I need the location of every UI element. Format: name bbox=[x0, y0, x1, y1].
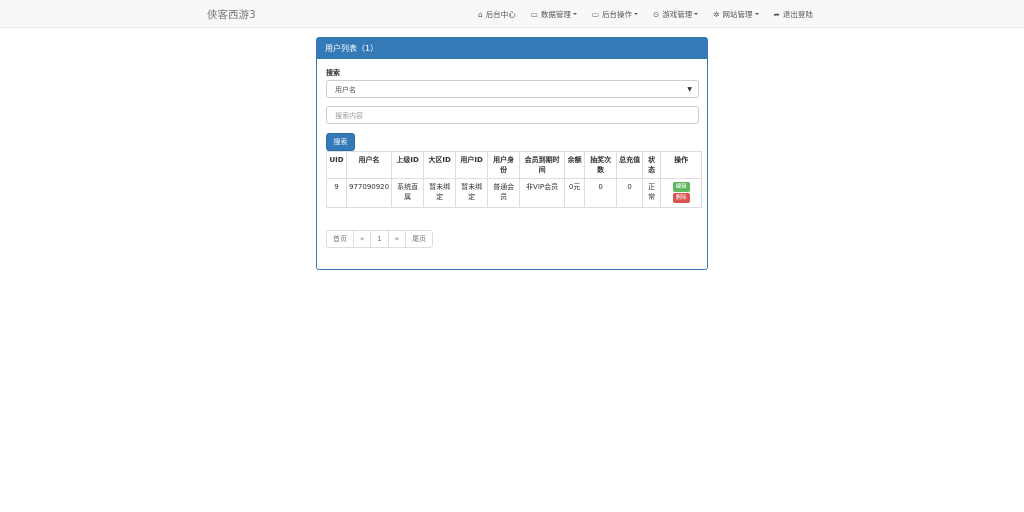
nav-item-label: 游戏管理 bbox=[662, 9, 693, 19]
nav-item-label: 后台中心 bbox=[485, 9, 516, 19]
col-actions: 操作 bbox=[660, 151, 703, 179]
cell-balance: 0元 bbox=[564, 178, 586, 208]
caret-down-icon bbox=[754, 13, 759, 15]
nav-item-site-management[interactable]: ✲ 网站管理 bbox=[713, 9, 759, 20]
select-value: 用户名 bbox=[335, 86, 356, 94]
user-list-panel: 用户列表（1） 搜索 用户名 ▼ 搜索内容 搜索 UID 用户名 上级ID 大区… bbox=[316, 37, 708, 270]
cell-expire: 非VIP会员 bbox=[519, 178, 566, 208]
cell-draws: 0 bbox=[584, 178, 618, 208]
search-label: 搜索 bbox=[326, 69, 340, 77]
search-button[interactable]: 搜索 bbox=[326, 133, 355, 151]
nav-item-label: 后台操作 bbox=[601, 9, 632, 19]
pagination: 首页 « 1 » 尾页 bbox=[326, 230, 434, 248]
page-prev[interactable]: « bbox=[353, 230, 372, 248]
search-field-select[interactable]: 用户名 ▼ bbox=[326, 80, 699, 98]
caret-down-icon bbox=[633, 13, 638, 15]
cell-identity: 普通会员 bbox=[487, 178, 521, 208]
user-table: UID 用户名 上级ID 大区ID 用户ID 用户身份 会员到期时间 余额 抽奖… bbox=[326, 151, 703, 208]
cell-zone: 暂未绑定 bbox=[423, 178, 457, 208]
home-icon: ⌂ bbox=[478, 9, 483, 19]
search-input[interactable]: 搜索内容 bbox=[326, 106, 699, 124]
col-zone-id: 大区ID bbox=[423, 151, 457, 179]
nav-item-backend-ops[interactable]: ▭ 后台操作 bbox=[592, 9, 638, 20]
brand-logo[interactable]: 侠客西游3 bbox=[207, 7, 256, 22]
gear-icon: ✲ bbox=[713, 9, 720, 19]
col-identity: 用户身份 bbox=[487, 151, 521, 179]
nav-item-label: 数据管理 bbox=[540, 9, 571, 19]
table-header-row: UID 用户名 上级ID 大区ID 用户ID 用户身份 会员到期时间 余额 抽奖… bbox=[326, 151, 703, 179]
cell-userid: 暂未绑定 bbox=[455, 178, 489, 208]
nav-item-dashboard[interactable]: ⌂ 后台中心 bbox=[478, 9, 516, 20]
col-uid: UID bbox=[326, 151, 347, 179]
col-draws: 抽奖次数 bbox=[584, 151, 618, 179]
cell-status: 正常 bbox=[642, 178, 662, 208]
top-navbar: 侠客西游3 ⌂ 后台中心 ▭ 数据管理 ▭ 后台操作 ⊙ 游戏管理 ✲ 网站管理… bbox=[0, 0, 1024, 28]
caret-down-icon bbox=[694, 13, 699, 15]
nav-item-label: 网站管理 bbox=[722, 9, 753, 19]
nav-item-data-management[interactable]: ▭ 数据管理 bbox=[531, 9, 577, 20]
edit-button[interactable]: 编辑 bbox=[672, 182, 690, 192]
cell-uid: 9 bbox=[326, 178, 347, 208]
delete-button[interactable]: 删除 bbox=[672, 193, 690, 203]
col-expire: 会员到期时间 bbox=[519, 151, 566, 179]
col-status: 状态 bbox=[642, 151, 662, 179]
col-balance: 余额 bbox=[564, 151, 586, 179]
panel-title: 用户列表（1） bbox=[317, 38, 707, 59]
action-buttons: 编辑 删除 bbox=[663, 182, 699, 203]
col-parent-id: 上级ID bbox=[391, 151, 425, 179]
cell-actions: 编辑 删除 bbox=[660, 178, 703, 208]
nav-item-game-management[interactable]: ⊙ 游戏管理 bbox=[652, 9, 699, 20]
page-number[interactable]: 1 bbox=[370, 230, 389, 248]
table-row: 9 977090920 系统直属 暂未绑定 暂未绑定 普通会员 非VIP会员 0… bbox=[326, 178, 703, 208]
sign-out-icon: ➦ bbox=[773, 9, 780, 19]
table-icon: ▭ bbox=[530, 9, 538, 19]
caret-down-icon bbox=[572, 13, 577, 15]
cell-parent: 系统直属 bbox=[391, 178, 425, 208]
col-recharge: 总充值 bbox=[616, 151, 644, 179]
main-nav: ⌂ 后台中心 ▭ 数据管理 ▭ 后台操作 ⊙ 游戏管理 ✲ 网站管理 ➦ 退出登… bbox=[478, 0, 828, 28]
page-last[interactable]: 尾页 bbox=[405, 230, 434, 248]
nav-item-label: 退出登陆 bbox=[782, 9, 813, 19]
cell-recharge: 0 bbox=[616, 178, 644, 208]
col-user-id: 用户ID bbox=[455, 151, 489, 179]
page-next[interactable]: » bbox=[387, 230, 407, 248]
nav-item-logout[interactable]: ➦ 退出登陆 bbox=[774, 9, 813, 20]
chevron-down-icon: ▼ bbox=[687, 86, 692, 93]
gamepad-icon: ⊙ bbox=[652, 9, 660, 19]
cell-username: 977090920 bbox=[345, 178, 393, 208]
page-first[interactable]: 首页 bbox=[326, 230, 354, 248]
table-icon: ▭ bbox=[591, 9, 599, 19]
col-username: 用户名 bbox=[345, 151, 393, 179]
